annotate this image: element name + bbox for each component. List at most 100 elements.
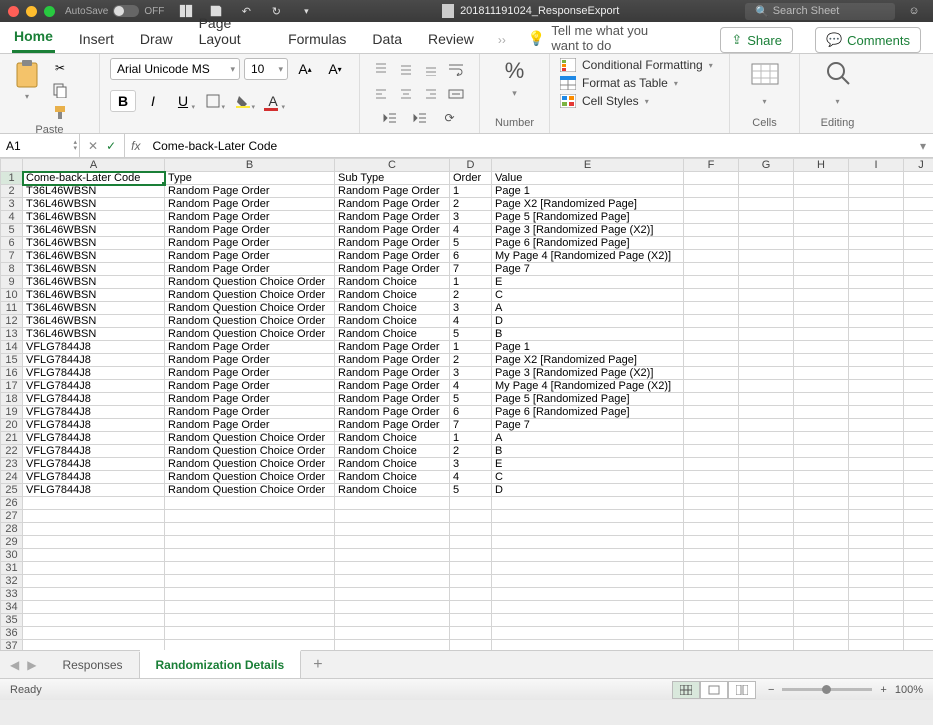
- cell[interactable]: [450, 588, 492, 601]
- cell[interactable]: [492, 601, 684, 614]
- cell[interactable]: [165, 614, 335, 627]
- col-header-J[interactable]: J: [904, 159, 933, 172]
- row-header[interactable]: 2: [1, 185, 23, 198]
- cell[interactable]: VFLG7844J8: [23, 354, 165, 367]
- cell[interactable]: [849, 497, 904, 510]
- cell[interactable]: [849, 614, 904, 627]
- row-header[interactable]: 13: [1, 328, 23, 341]
- cell[interactable]: [684, 354, 739, 367]
- cell[interactable]: [739, 224, 794, 237]
- cell[interactable]: [684, 276, 739, 289]
- cell[interactable]: Random Question Choice Order: [165, 445, 335, 458]
- cell[interactable]: [165, 575, 335, 588]
- cell[interactable]: 2: [450, 198, 492, 211]
- cell[interactable]: [684, 341, 739, 354]
- name-box-stepper-icon[interactable]: ▴▾: [73, 140, 77, 152]
- cell[interactable]: T36L46WBSN: [23, 315, 165, 328]
- cell[interactable]: [739, 640, 794, 651]
- cell[interactable]: [794, 393, 849, 406]
- cell[interactable]: Random Page Order: [335, 198, 450, 211]
- cell[interactable]: [904, 484, 933, 497]
- row-header[interactable]: 28: [1, 523, 23, 536]
- cell[interactable]: [450, 614, 492, 627]
- cell[interactable]: 6: [450, 406, 492, 419]
- cell[interactable]: [684, 497, 739, 510]
- add-sheet-button[interactable]: +: [301, 656, 334, 674]
- cell-styles-button[interactable]: Cell Styles▾: [560, 94, 719, 108]
- wrap-text-icon[interactable]: [445, 58, 467, 80]
- cell[interactable]: VFLG7844J8: [23, 471, 165, 484]
- underline-button[interactable]: U▾: [170, 90, 196, 112]
- cell[interactable]: [450, 497, 492, 510]
- cell[interactable]: 1: [450, 341, 492, 354]
- cell[interactable]: Sub Type: [335, 172, 450, 185]
- cell[interactable]: Random Page Order: [165, 250, 335, 263]
- cell[interactable]: Random Choice: [335, 302, 450, 315]
- cell[interactable]: [904, 497, 933, 510]
- decrease-indent-icon[interactable]: [379, 107, 401, 129]
- cell[interactable]: [794, 640, 849, 651]
- cell[interactable]: [335, 601, 450, 614]
- cell[interactable]: 2: [450, 289, 492, 302]
- cell[interactable]: [450, 549, 492, 562]
- cell[interactable]: Random Question Choice Order: [165, 432, 335, 445]
- cell[interactable]: [684, 250, 739, 263]
- cell[interactable]: [904, 562, 933, 575]
- cell[interactable]: VFLG7844J8: [23, 419, 165, 432]
- col-header-D[interactable]: D: [450, 159, 492, 172]
- tab-data[interactable]: Data: [370, 25, 404, 53]
- row-header[interactable]: 20: [1, 419, 23, 432]
- col-header-B[interactable]: B: [165, 159, 335, 172]
- cell[interactable]: Random Page Order: [165, 198, 335, 211]
- cell[interactable]: VFLG7844J8: [23, 393, 165, 406]
- cell[interactable]: Random Choice: [335, 458, 450, 471]
- cell[interactable]: [684, 172, 739, 185]
- cell[interactable]: [684, 536, 739, 549]
- cell[interactable]: [904, 172, 933, 185]
- cell[interactable]: [335, 549, 450, 562]
- cell[interactable]: Random Page Order: [335, 263, 450, 276]
- cell[interactable]: [794, 575, 849, 588]
- cell[interactable]: [739, 393, 794, 406]
- cell[interactable]: [739, 328, 794, 341]
- cell[interactable]: [450, 536, 492, 549]
- cell[interactable]: VFLG7844J8: [23, 432, 165, 445]
- cell[interactable]: Random Choice: [335, 328, 450, 341]
- cell[interactable]: Random Page Order: [165, 393, 335, 406]
- cell[interactable]: [684, 289, 739, 302]
- cell[interactable]: [684, 185, 739, 198]
- cell[interactable]: [739, 302, 794, 315]
- cell[interactable]: T36L46WBSN: [23, 289, 165, 302]
- zoom-out-icon[interactable]: −: [768, 684, 774, 696]
- cell[interactable]: [794, 406, 849, 419]
- format-as-table-button[interactable]: Format as Table▾: [560, 76, 719, 90]
- cell[interactable]: [794, 614, 849, 627]
- cell[interactable]: [739, 601, 794, 614]
- cell[interactable]: 7: [450, 419, 492, 432]
- cell[interactable]: Page 7: [492, 263, 684, 276]
- cell[interactable]: 7: [450, 263, 492, 276]
- align-left-icon[interactable]: [370, 83, 392, 105]
- cell[interactable]: [849, 172, 904, 185]
- editing-button[interactable]: [810, 58, 865, 88]
- cell[interactable]: C: [492, 289, 684, 302]
- cell[interactable]: Random Page Order: [165, 354, 335, 367]
- cell[interactable]: [739, 419, 794, 432]
- cell[interactable]: [739, 315, 794, 328]
- bold-button[interactable]: B: [110, 90, 136, 112]
- row-header[interactable]: 9: [1, 276, 23, 289]
- cell[interactable]: [492, 536, 684, 549]
- cell[interactable]: [794, 588, 849, 601]
- cell[interactable]: Random Choice: [335, 471, 450, 484]
- cell[interactable]: [794, 380, 849, 393]
- cell[interactable]: Random Choice: [335, 315, 450, 328]
- cell[interactable]: [23, 627, 165, 640]
- cell[interactable]: [794, 536, 849, 549]
- cell[interactable]: [739, 237, 794, 250]
- cell[interactable]: [23, 497, 165, 510]
- format-painter-icon[interactable]: [50, 102, 70, 122]
- cell[interactable]: [849, 471, 904, 484]
- tab-page-layout[interactable]: Page Layout: [197, 9, 264, 53]
- cell[interactable]: Random Choice: [335, 289, 450, 302]
- cell[interactable]: [904, 224, 933, 237]
